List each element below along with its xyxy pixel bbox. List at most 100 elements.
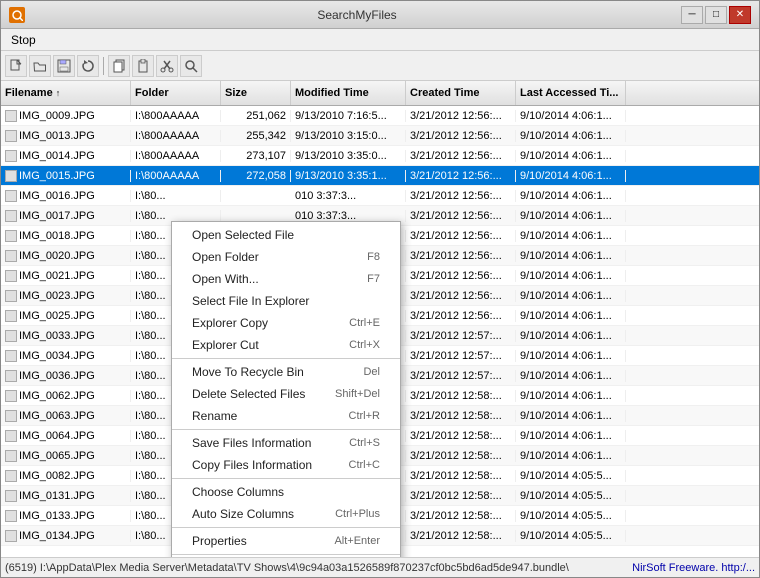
- cell-created: 3/21/2012 12:56:...: [406, 230, 516, 242]
- cell-lastaccess: 9/10/2014 4:06:1...: [516, 110, 626, 122]
- menu-stop[interactable]: Stop: [5, 31, 42, 49]
- context-menu-item[interactable]: Save Files InformationCtrl+S: [172, 432, 400, 454]
- col-header-folder[interactable]: Folder: [131, 81, 221, 105]
- cell-filename: IMG_0023.JPG: [1, 290, 131, 302]
- file-icon: [5, 150, 17, 162]
- file-icon: [5, 370, 17, 382]
- cell-size: 272,058: [221, 170, 291, 182]
- toolbar-refresh[interactable]: [77, 55, 99, 77]
- cell-created: 3/21/2012 12:56:...: [406, 110, 516, 122]
- cell-created: 3/21/2012 12:57:...: [406, 330, 516, 342]
- file-icon: [5, 510, 17, 522]
- close-button[interactable]: ✕: [729, 6, 751, 24]
- cell-lastaccess: 9/10/2014 4:06:1...: [516, 230, 626, 242]
- context-menu-item[interactable]: Delete Selected FilesShift+Del: [172, 383, 400, 405]
- cell-created: 3/21/2012 12:57:...: [406, 350, 516, 362]
- col-header-lastaccess[interactable]: Last Accessed Ti...: [516, 81, 626, 105]
- cell-filename: IMG_0013.JPG: [1, 130, 131, 142]
- context-menu-item[interactable]: Move To Recycle BinDel: [172, 361, 400, 383]
- cell-lastaccess: 9/10/2014 4:05:5...: [516, 510, 626, 522]
- toolbar-save[interactable]: [53, 55, 75, 77]
- cell-filename: IMG_0082.JPG: [1, 470, 131, 482]
- cell-folder: I:\800AAAAA: [131, 110, 221, 122]
- toolbar-cut[interactable]: [156, 55, 178, 77]
- cell-filename: IMG_0021.JPG: [1, 270, 131, 282]
- cell-modified: 9/13/2010 3:35:0...: [291, 150, 406, 162]
- cell-filename: IMG_0131.JPG: [1, 490, 131, 502]
- window-title: SearchMyFiles: [33, 8, 681, 22]
- cell-filename: IMG_0034.JPG: [1, 350, 131, 362]
- context-menu-separator: [172, 527, 400, 528]
- context-menu-item[interactable]: Explorer CopyCtrl+E: [172, 312, 400, 334]
- minimize-button[interactable]: ─: [681, 6, 703, 24]
- table-row[interactable]: IMG_0016.JPG I:\80... 010 3:37:3... 3/21…: [1, 186, 759, 206]
- cell-created: 3/21/2012 12:56:...: [406, 310, 516, 322]
- app-icon: [9, 7, 25, 23]
- toolbar-copy[interactable]: [108, 55, 130, 77]
- toolbar-open[interactable]: [29, 55, 51, 77]
- cell-lastaccess: 9/10/2014 4:06:1...: [516, 250, 626, 262]
- cell-filename: IMG_0065.JPG: [1, 450, 131, 462]
- cell-lastaccess: 9/10/2014 4:06:1...: [516, 390, 626, 402]
- title-bar: SearchMyFiles ─ □ ✕: [1, 1, 759, 29]
- col-header-created[interactable]: Created Time: [406, 81, 516, 105]
- column-headers: Filename ↑ Folder Size Modified Time Cre…: [1, 81, 759, 106]
- file-icon: [5, 270, 17, 282]
- context-menu-item[interactable]: Copy Files InformationCtrl+C: [172, 454, 400, 476]
- context-menu-item[interactable]: PropertiesAlt+Enter: [172, 530, 400, 552]
- cell-lastaccess: 9/10/2014 4:06:1...: [516, 270, 626, 282]
- file-icon: [5, 230, 17, 242]
- file-icon: [5, 210, 17, 222]
- context-menu-item[interactable]: Open FolderF8: [172, 246, 400, 268]
- file-icon: [5, 250, 17, 262]
- context-menu-item[interactable]: Explorer CutCtrl+X: [172, 334, 400, 356]
- col-header-modified[interactable]: Modified Time: [291, 81, 406, 105]
- cell-size: 273,107: [221, 150, 291, 162]
- cell-created: 3/21/2012 12:58:...: [406, 390, 516, 402]
- table-row[interactable]: IMG_0009.JPG I:\800AAAAA 251,062 9/13/20…: [1, 106, 759, 126]
- cell-created: 3/21/2012 12:56:...: [406, 150, 516, 162]
- cell-filename: IMG_0133.JPG: [1, 510, 131, 522]
- context-menu-item[interactable]: Choose Columns: [172, 481, 400, 503]
- cell-folder: I:\800AAAAA: [131, 170, 221, 182]
- cell-filename: IMG_0036.JPG: [1, 370, 131, 382]
- toolbar-paste[interactable]: [132, 55, 154, 77]
- cell-filename: IMG_0063.JPG: [1, 410, 131, 422]
- maximize-button[interactable]: □: [705, 6, 727, 24]
- context-menu-item[interactable]: RenameCtrl+R: [172, 405, 400, 427]
- col-header-size[interactable]: Size: [221, 81, 291, 105]
- col-header-filename[interactable]: Filename ↑: [1, 81, 131, 105]
- cell-filename: IMG_0025.JPG: [1, 310, 131, 322]
- context-menu-item[interactable]: Select File In Explorer: [172, 290, 400, 312]
- cell-created: 3/21/2012 12:56:...: [406, 130, 516, 142]
- cell-folder: I:\800AAAAA: [131, 150, 221, 162]
- toolbar-search[interactable]: [180, 55, 202, 77]
- table-row[interactable]: IMG_0015.JPG I:\800AAAAA 272,058 9/13/20…: [1, 166, 759, 186]
- toolbar: [1, 51, 759, 81]
- cell-filename: IMG_0009.JPG: [1, 110, 131, 122]
- file-icon: [5, 470, 17, 482]
- cell-created: 3/21/2012 12:58:...: [406, 470, 516, 482]
- cell-size: 251,062: [221, 110, 291, 122]
- context-menu-item[interactable]: Open Selected File: [172, 224, 400, 246]
- status-bar: (6519) I:\AppData\Plex Media Server\Meta…: [1, 557, 759, 577]
- table-row[interactable]: IMG_0013.JPG I:\800AAAAA 255,342 9/13/20…: [1, 126, 759, 146]
- cell-lastaccess: 9/10/2014 4:06:1...: [516, 330, 626, 342]
- context-menu-item[interactable]: Auto Size ColumnsCtrl+Plus: [172, 503, 400, 525]
- cell-created: 3/21/2012 12:56:...: [406, 170, 516, 182]
- table-row[interactable]: IMG_0014.JPG I:\800AAAAA 273,107 9/13/20…: [1, 146, 759, 166]
- file-icon: [5, 190, 17, 202]
- cell-lastaccess: 9/10/2014 4:06:1...: [516, 130, 626, 142]
- toolbar-new[interactable]: [5, 55, 27, 77]
- cell-filename: IMG_0134.JPG: [1, 530, 131, 542]
- toolbar-sep1: [103, 57, 104, 75]
- cell-modified: 9/13/2010 7:16:5...: [291, 110, 406, 122]
- file-icon: [5, 310, 17, 322]
- cell-filename: IMG_0015.JPG: [1, 170, 131, 182]
- cell-filename: IMG_0064.JPG: [1, 430, 131, 442]
- file-icon: [5, 170, 17, 182]
- context-menu-item[interactable]: Open With...F7: [172, 268, 400, 290]
- cell-lastaccess: 9/10/2014 4:05:5...: [516, 490, 626, 502]
- context-menu-separator: [172, 358, 400, 359]
- cell-modified: 010 3:37:3...: [291, 190, 406, 202]
